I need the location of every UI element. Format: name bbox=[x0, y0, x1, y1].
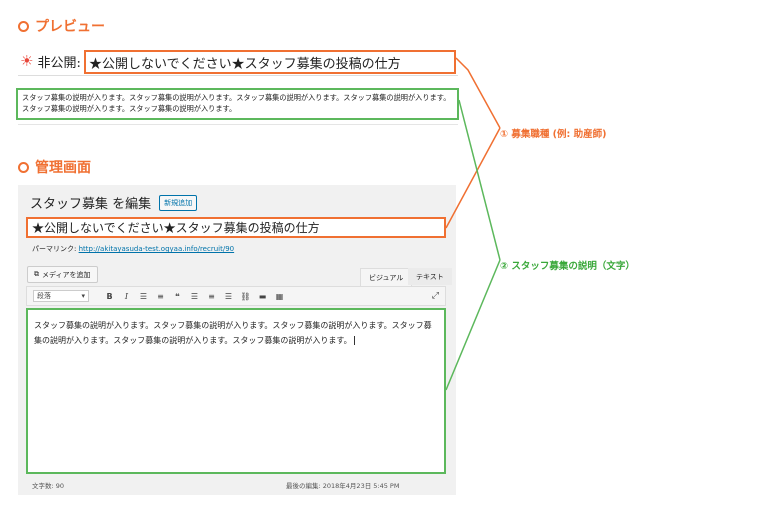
annotation-line-1b bbox=[445, 127, 501, 229]
annotation-line-1a bbox=[455, 57, 501, 129]
annotation-2: ② スタッフ募集の説明（文字） bbox=[500, 261, 635, 272]
annotation-1: ① 募集職種 (例: 助産師) bbox=[500, 129, 607, 140]
annotation-line-2a bbox=[458, 99, 501, 261]
annotation-lines bbox=[445, 57, 501, 391]
annotation-line-2b bbox=[445, 259, 501, 391]
